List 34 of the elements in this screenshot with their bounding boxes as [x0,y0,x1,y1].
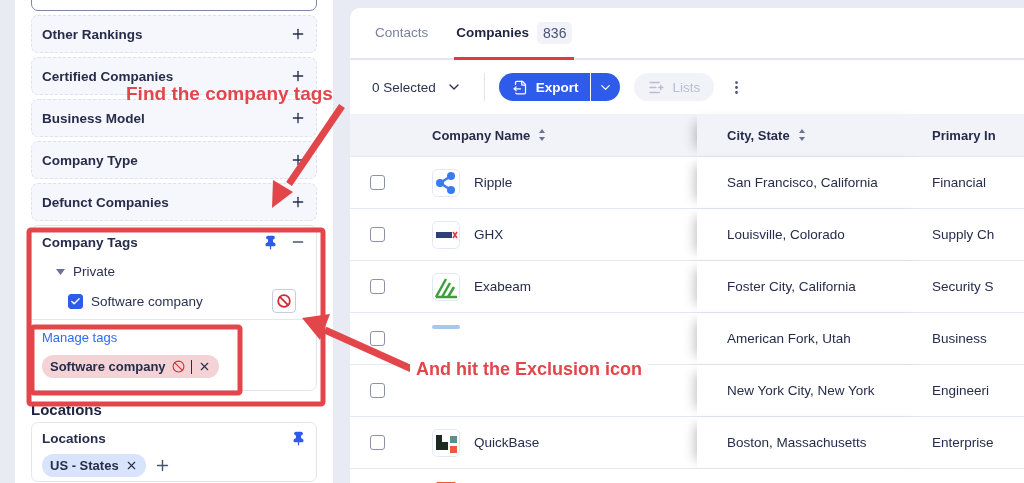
filter-title: Company Tags [42,234,139,250]
table-cell-text: Financial [932,175,988,190]
column-header[interactable]: Primary In [932,127,1002,143]
filter-title: Locations [42,431,107,446]
tab[interactable]: Companies 836 [454,8,575,60]
group-label: Private [73,264,116,279]
filter-item[interactable]: Company Type [31,141,317,179]
manage-tags-link[interactable]: Manage tags [32,320,128,349]
table-cell-text: Foster City, California [726,279,856,294]
table-cell-text: Security S [932,279,995,294]
table-cell-text: American Fork, Utah [726,331,851,346]
tag-label: Software company [91,293,203,309]
filter-item[interactable]: Defunct Companies [31,183,317,221]
company-name[interactable]: Ripple [474,175,513,190]
table-cell-text: Engineeri [932,383,991,398]
table-cell-text: Louisville, Colorado [726,227,845,242]
table-cell-text: New York City, New York [726,383,875,398]
company-name[interactable]: GHX [474,227,504,242]
count-badge: 836 [537,21,573,44]
column-header[interactable]: Company Name [432,127,697,143]
section-heading: Locations [31,400,103,418]
table-cell-text: Supply Ch [932,227,996,242]
filter-item[interactable]: Other Rankings [31,15,317,53]
chip-label: Software company [50,359,166,374]
table-cell-text: Boston, Massachusetts [726,435,867,450]
table-cell-text: Enterprise [932,435,995,450]
table-cell-text: San Francisco, California [726,175,878,190]
company-name[interactable]: Exabeam [474,279,532,294]
company-name[interactable]: QuickBase [474,435,540,450]
selection-dropdown[interactable]: 0 Selected [372,73,485,101]
column-header[interactable]: City, State [697,127,806,143]
table-cell-text: Business [932,331,988,346]
chip-label: US - States [50,458,119,473]
tab[interactable]: Contacts [373,8,431,60]
